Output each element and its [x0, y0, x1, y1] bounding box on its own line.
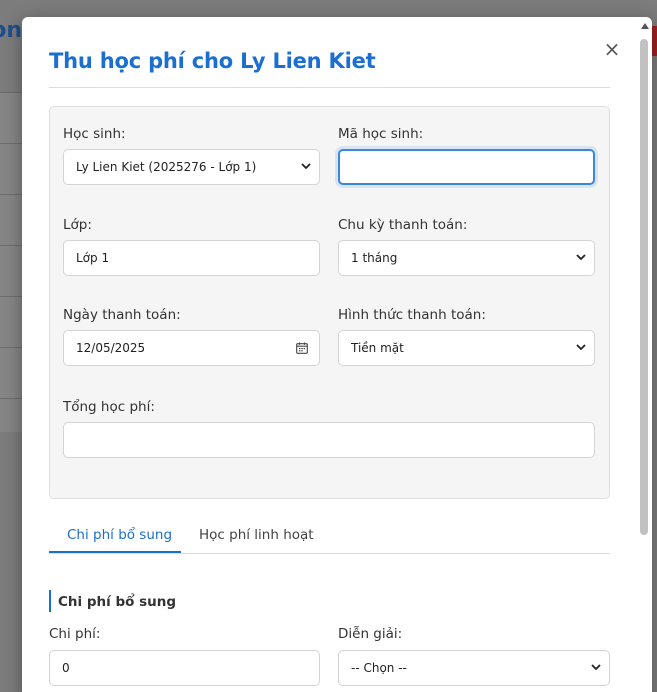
date-label: Ngày thanh toán: [63, 307, 181, 323]
description-label: Diễn giải: [338, 626, 403, 642]
payment-modal: × Thu học phí cho Ly Lien Kiet Học sinh:… [22, 17, 652, 692]
cycle-select[interactable]: 1 tháng [338, 240, 595, 276]
scroll-thumb[interactable] [640, 39, 648, 535]
student-label: Học sinh: [63, 126, 126, 142]
method-label: Hình thức thanh toán: [338, 307, 486, 323]
date-input-value: 12/05/2025 [76, 341, 146, 355]
total-label: Tổng học phí: [63, 399, 155, 415]
class-label: Lớp: [63, 217, 92, 233]
chevron-down-icon [591, 651, 601, 671]
close-icon[interactable]: × [602, 39, 622, 59]
chevron-down-icon [301, 150, 311, 170]
tab-flexible-fee[interactable]: Học phí linh hoạt [199, 527, 314, 543]
tabs-divider [49, 553, 610, 554]
chevron-down-icon [576, 331, 586, 351]
method-select-value: Tiền mặt [351, 341, 404, 355]
cycle-label: Chu kỳ thanh toán: [338, 217, 468, 233]
method-select[interactable]: Tiền mặt [338, 330, 595, 366]
student-code-label: Mã học sinh: [338, 126, 424, 142]
class-input[interactable]: Lớp 1 [63, 240, 320, 276]
description-select[interactable]: -- Chọn -- [338, 650, 610, 686]
chevron-down-icon [576, 241, 586, 261]
scroll-up-icon[interactable] [641, 23, 649, 29]
total-input[interactable] [63, 422, 595, 458]
cost-label: Chi phí: [49, 626, 101, 642]
student-code-input[interactable] [338, 149, 595, 185]
student-select[interactable]: Ly Lien Kiet (2025276 - Lớp 1) [63, 149, 320, 185]
student-info-panel: Học sinh: Ly Lien Kiet (2025276 - Lớp 1)… [49, 106, 610, 499]
cost-input[interactable]: 0 [49, 650, 320, 686]
tab-extra-costs[interactable]: Chi phí bổ sung [67, 527, 172, 543]
active-tab-indicator [49, 551, 181, 553]
date-input[interactable]: 12/05/2025 [63, 330, 320, 366]
description-select-value: -- Chọn -- [351, 661, 407, 675]
student-select-value: Ly Lien Kiet (2025276 - Lớp 1) [76, 160, 257, 174]
modal-scrollbar[interactable] [640, 23, 650, 692]
calendar-icon[interactable] [296, 342, 308, 354]
section-accent-bar [49, 590, 51, 612]
section-title: Chi phí bổ sung [58, 594, 177, 610]
title-divider [49, 87, 610, 88]
background-table [0, 92, 22, 432]
modal-title: Thu học phí cho Ly Lien Kiet [49, 49, 376, 73]
background-page-title: ion [0, 18, 22, 43]
cycle-select-value: 1 tháng [351, 251, 398, 265]
